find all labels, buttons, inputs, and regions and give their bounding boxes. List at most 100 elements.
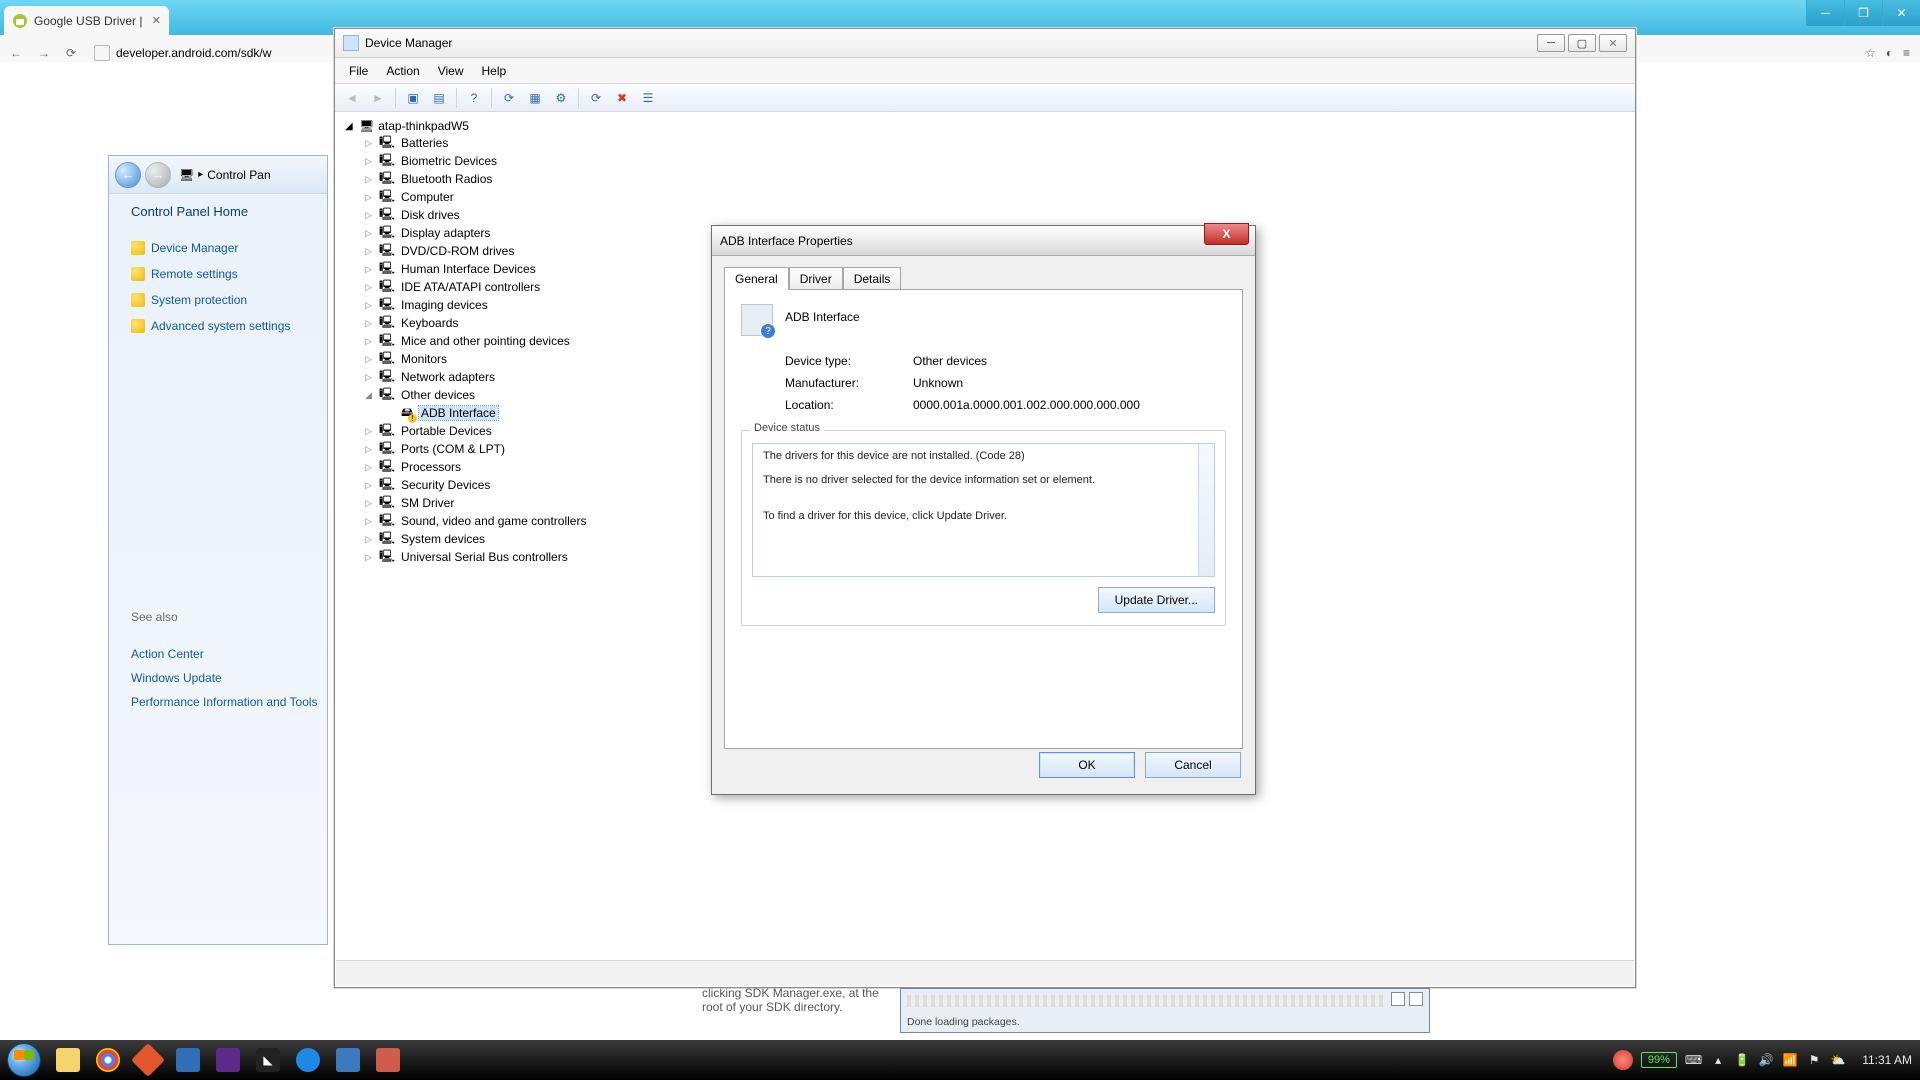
tb-help-icon[interactable]: ? [463, 87, 485, 109]
properties-close-button[interactable]: X [1204, 223, 1249, 245]
tb-update-icon[interactable]: ⟳ [498, 87, 520, 109]
tree-category-node[interactable]: ▷🖳Bluetooth Radios [345, 170, 1625, 188]
tb-list-icon[interactable]: ▤ [428, 87, 450, 109]
cancel-button[interactable]: Cancel [1145, 752, 1241, 778]
control-panel-footer-link[interactable]: Performance Information and Tools [131, 695, 318, 709]
expand-icon[interactable]: ▷ [365, 354, 375, 365]
taskbar-chrome-icon[interactable] [88, 1040, 128, 1080]
expand-icon[interactable]: ▷ [365, 192, 375, 203]
nav-back-button[interactable]: ← [115, 162, 141, 188]
expand-icon[interactable]: ▷ [365, 498, 375, 509]
device-status-textbox[interactable]: The drivers for this device are not inst… [752, 443, 1215, 577]
expand-icon[interactable]: ▷ [365, 534, 375, 545]
expand-icon[interactable]: ▷ [365, 552, 375, 563]
battery-indicator[interactable]: 99% [1641, 1052, 1677, 1068]
expand-icon[interactable]: ▷ [365, 210, 375, 221]
tray-chevron-icon[interactable]: ▴ [1710, 1053, 1726, 1067]
tab-driver[interactable]: Driver [789, 267, 843, 290]
taskbar-explorer-icon[interactable] [48, 1040, 88, 1080]
expand-icon[interactable]: ▷ [365, 282, 375, 293]
forward-icon[interactable]: → [38, 46, 56, 60]
expand-icon[interactable]: ▷ [365, 336, 375, 347]
tb-back-icon[interactable]: ◄ [341, 87, 363, 109]
taskbar-app-icon[interactable]: ◣ [248, 1040, 288, 1080]
tree-category-node[interactable]: ▷🖳Computer [345, 188, 1625, 206]
tb-show-hidden-icon[interactable]: ▣ [402, 87, 424, 109]
collapse-icon[interactable]: ◢ [365, 390, 375, 401]
tray-network-icon[interactable]: 📶 [1782, 1053, 1798, 1067]
tray-keyboard-icon[interactable]: ⌨ [1685, 1053, 1702, 1067]
properties-titlebar[interactable]: ADB Interface Properties [712, 226, 1255, 256]
back-icon[interactable]: ← [10, 46, 28, 60]
tray-alert-icon[interactable] [1613, 1050, 1633, 1070]
taskbar-app-icon[interactable] [288, 1040, 328, 1080]
tb-add-legacy-icon[interactable]: ✖ [611, 87, 633, 109]
expand-icon[interactable]: ▷ [365, 174, 375, 185]
dm-close-button[interactable]: ✕ [1599, 34, 1627, 52]
browser-close-button[interactable]: ✕ [1882, 0, 1920, 26]
expand-icon[interactable]: ▷ [365, 228, 375, 239]
control-panel-link[interactable]: Advanced system settings [131, 319, 327, 333]
expand-icon[interactable]: ▷ [365, 300, 375, 311]
start-button[interactable] [0, 1040, 48, 1080]
menu-item-help[interactable]: Help [474, 61, 515, 81]
browser-maximize-button[interactable]: ❐ [1844, 0, 1882, 26]
expand-icon[interactable]: ▷ [365, 444, 375, 455]
bookmark-star-icon[interactable]: ☆ [1865, 46, 1876, 60]
tree-root-node[interactable]: ◢ 🖥 atap-thinkpadW5 [345, 118, 1625, 134]
tree-category-node[interactable]: ▷🖳Disk drives [345, 206, 1625, 224]
expand-icon[interactable]: ▷ [365, 426, 375, 437]
address-bar[interactable]: developer.android.com/sdk/w [94, 45, 271, 61]
update-driver-button[interactable]: Update Driver... [1098, 587, 1215, 613]
tb-disable-icon[interactable]: ⚙ [550, 87, 572, 109]
menu-item-file[interactable]: File [341, 61, 376, 81]
device-manager-titlebar[interactable]: Device Manager ─ ▢ ✕ [335, 29, 1635, 58]
ok-button[interactable]: OK [1039, 752, 1135, 778]
taskbar-clock[interactable]: 11:31 AM [1862, 1053, 1912, 1067]
tray-flag-icon[interactable]: ⚑ [1806, 1053, 1822, 1067]
expand-icon[interactable]: ▷ [365, 372, 375, 383]
tb-uninstall-icon[interactable]: ▦ [524, 87, 546, 109]
tray-weather-icon[interactable]: ⛅ [1830, 1053, 1846, 1067]
tb-forward-icon[interactable]: ► [367, 87, 389, 109]
tray-volume-icon[interactable]: 🔊 [1758, 1053, 1774, 1067]
tree-category-node[interactable]: ▷🖳Biometric Devices [345, 152, 1625, 170]
taskbar-app-icon[interactable] [368, 1040, 408, 1080]
menu-item-action[interactable]: Action [378, 61, 427, 81]
nav-forward-button[interactable]: → [145, 162, 171, 188]
control-panel-link[interactable]: Device Manager [131, 241, 327, 255]
browser-tab[interactable]: Google USB Driver | ✕ [4, 6, 169, 35]
tab-details[interactable]: Details [843, 267, 902, 290]
tray-power-icon[interactable]: 🔋 [1734, 1053, 1750, 1067]
taskbar-app-icon[interactable] [168, 1040, 208, 1080]
browser-minimize-button[interactable]: ─ [1806, 0, 1844, 26]
tb-scan-icon[interactable]: ⟳ [585, 87, 607, 109]
tab-close-icon[interactable]: ✕ [152, 14, 161, 27]
tb-properties-icon[interactable]: ☰ [637, 87, 659, 109]
control-panel-link[interactable]: Remote settings [131, 267, 327, 281]
reload-icon[interactable]: ⟳ [66, 46, 84, 60]
expand-icon[interactable]: ▷ [365, 156, 375, 167]
breadcrumb-text[interactable]: Control Pan [207, 168, 270, 182]
control-panel-home-link[interactable]: Control Panel Home [131, 204, 327, 219]
taskbar-app-icon[interactable] [208, 1040, 248, 1080]
control-panel-footer-link[interactable]: Action Center [131, 647, 318, 661]
tab-general[interactable]: General [724, 267, 789, 290]
taskbar-app-icon[interactable] [328, 1040, 368, 1080]
expand-icon[interactable]: ▷ [365, 318, 375, 329]
control-panel-link[interactable]: System protection [131, 293, 327, 307]
tree-category-node[interactable]: ▷🖳Batteries [345, 134, 1625, 152]
expand-icon[interactable]: ▷ [365, 246, 375, 257]
taskbar-app-icon[interactable] [128, 1040, 168, 1080]
expand-icon[interactable]: ▷ [365, 516, 375, 527]
dm-minimize-button[interactable]: ─ [1537, 34, 1565, 52]
menu-item-view[interactable]: View [430, 61, 472, 81]
chrome-menu-icon[interactable]: ≡ [1903, 46, 1910, 60]
expand-icon[interactable]: ▷ [365, 462, 375, 473]
dm-maximize-button[interactable]: ▢ [1568, 34, 1596, 52]
expand-icon[interactable]: ▷ [365, 138, 375, 149]
expand-icon[interactable]: ▷ [365, 264, 375, 275]
expand-icon[interactable]: ▷ [365, 480, 375, 491]
collapse-icon[interactable]: ◢ [345, 121, 355, 132]
control-panel-footer-link[interactable]: Windows Update [131, 671, 318, 685]
